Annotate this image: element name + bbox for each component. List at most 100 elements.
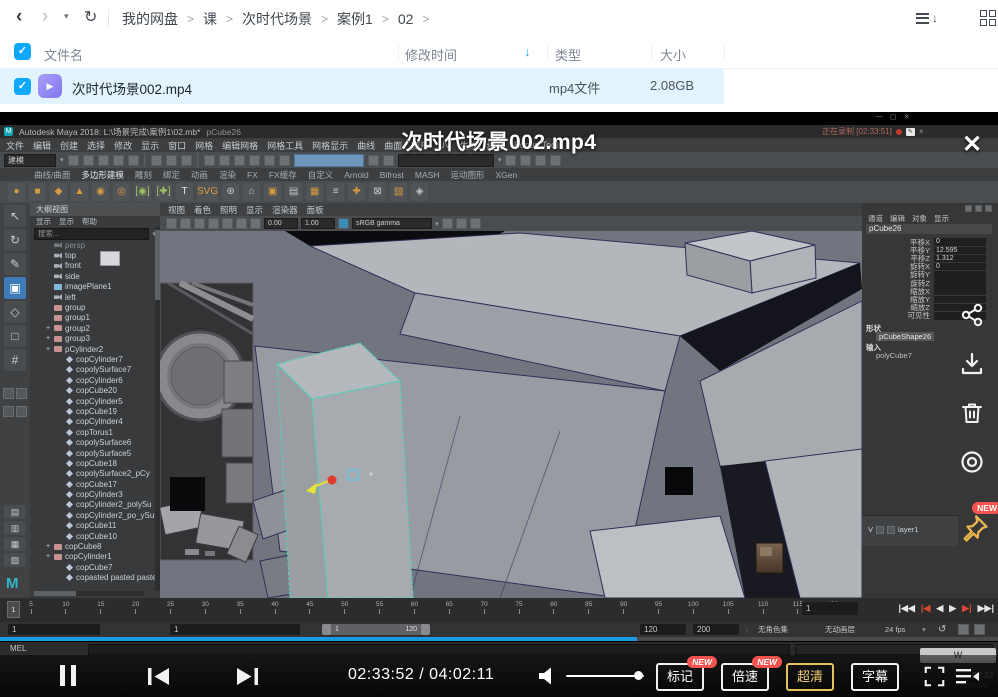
back-button[interactable]: ‹ xyxy=(16,6,22,28)
node-type-icon xyxy=(66,481,73,488)
outliner-menu-item: 显示 xyxy=(36,216,51,227)
forward-button[interactable]: › xyxy=(42,6,48,28)
next-button[interactable] xyxy=(236,668,258,685)
exposure-field: 0.00 xyxy=(264,218,298,229)
expand-icon: + xyxy=(44,335,52,342)
pin-button[interactable] xyxy=(960,514,990,549)
close-player-button[interactable]: ✕ xyxy=(962,130,982,159)
node-type-icon xyxy=(66,387,73,394)
column-size[interactable]: 大小 xyxy=(660,45,686,64)
mel-input-field xyxy=(88,644,790,655)
pushpin-icon xyxy=(960,514,990,544)
shelf-icon: ≡ xyxy=(327,183,344,201)
shelf-icon: ⊕ xyxy=(222,183,239,201)
pause-button[interactable] xyxy=(60,665,76,686)
file-name[interactable]: 次时代场景002.mp4 xyxy=(72,78,192,98)
sort-order-button[interactable]: ↓ xyxy=(916,10,938,26)
previous-button[interactable] xyxy=(148,668,170,685)
outliner-item: copCube17 xyxy=(30,479,160,489)
volume-slider[interactable] xyxy=(566,675,644,677)
history-dropdown-icon[interactable]: ▾ xyxy=(64,11,69,22)
player-option-button[interactable]: 字幕 xyxy=(851,663,899,691)
outliner-item-label: top xyxy=(65,251,76,260)
share-button[interactable] xyxy=(954,290,990,339)
display-layers-panel: V layer1 xyxy=(862,515,958,546)
outliner-item-label: copolySurface5 xyxy=(76,449,131,458)
current-frame-field: 1 xyxy=(802,602,858,615)
outliner-item-label: left xyxy=(65,293,76,302)
tool-icon: ▣ xyxy=(4,277,26,299)
outliner-item: copolySurface5 xyxy=(30,448,160,458)
record-button[interactable] xyxy=(954,437,990,486)
shelf-icon: ▣ xyxy=(264,183,281,201)
shelf-icon: ⌂ xyxy=(243,183,260,201)
current-frame-marker: 1 xyxy=(7,601,20,618)
new-badge: NEW xyxy=(752,656,782,668)
file-checkbox[interactable]: ✓ xyxy=(14,78,31,95)
node-type-icon xyxy=(54,544,62,550)
channelbox-menus: 通道编辑对象显示 xyxy=(868,213,949,224)
anim-end-field: 200 xyxy=(693,624,739,635)
player-option-button[interactable]: 倍速 NEW xyxy=(721,663,769,691)
fullscreen-button[interactable] xyxy=(924,666,945,687)
volume-icon[interactable] xyxy=(538,667,558,685)
breadcrumb-item[interactable]: 课 xyxy=(203,9,217,29)
file-size: 2.08GB xyxy=(650,78,694,93)
outliner-item-label: copCube17 xyxy=(76,480,117,489)
attribute-label: 可见性 xyxy=(862,310,934,321)
download-button[interactable] xyxy=(954,339,990,388)
outliner-item-label: copCube20 xyxy=(76,386,117,395)
breadcrumb-item[interactable]: 案例1 xyxy=(337,9,373,29)
frame-tick: 95 xyxy=(649,601,667,614)
file-row[interactable]: ✓ ▶ 次时代场景002.mp4 mp4文件 2.08GB xyxy=(0,68,724,104)
outliner-item: group xyxy=(30,302,160,312)
video-frame-maya-ui: M Autodesk Maya 2018: L:\场景完成\案例1\02.mb*… xyxy=(0,112,998,697)
column-filename[interactable]: 文件名 xyxy=(44,45,83,64)
player-option-button[interactable]: 超清 xyxy=(786,663,834,691)
frame-tick: 10 xyxy=(57,601,75,614)
outliner-item: copCube11 xyxy=(30,521,160,531)
playlist-button[interactable] xyxy=(956,667,980,686)
view-toggle-button[interactable] xyxy=(980,10,996,26)
tool-icon: # xyxy=(4,349,26,371)
node-type-icon xyxy=(66,418,73,425)
volume-knob[interactable] xyxy=(634,671,643,680)
channelbox-object-name: pCube26 xyxy=(866,224,992,234)
outliner-item-label: copCube10 xyxy=(76,532,117,541)
outliner-search-input: 搜索... xyxy=(34,228,149,240)
sort-direction-icon[interactable]: ↓ xyxy=(524,44,531,59)
breadcrumb-item[interactable]: 我的网盘 xyxy=(122,9,178,29)
outliner-item: copasted pasted pasted pCub xyxy=(30,573,160,583)
outliner-item-label: pCylinder2 xyxy=(65,345,103,354)
outliner-item: front xyxy=(30,261,160,271)
frame-tick: 75 xyxy=(510,601,528,614)
tool-icon: ✎ xyxy=(4,253,26,275)
player-option-button[interactable]: 标记 NEW xyxy=(656,663,704,691)
column-modified[interactable]: 修改时间 xyxy=(405,45,457,64)
video-player[interactable]: M Autodesk Maya 2018: L:\场景完成\案例1\02.mb*… xyxy=(0,112,998,697)
node-type-icon xyxy=(66,574,73,581)
range-handle-right xyxy=(421,624,430,635)
breadcrumb-item[interactable]: 次时代场景 xyxy=(242,9,312,29)
refresh-button[interactable]: ↻ xyxy=(84,7,97,27)
player-action-bar xyxy=(954,290,990,486)
attribute-value xyxy=(934,271,986,279)
select-all-checkbox[interactable]: ✓ xyxy=(14,43,31,60)
expand-icon: + xyxy=(44,346,52,353)
outliner-item-label: copCylinder6 xyxy=(76,376,123,385)
viewport-menu-item: 视图 xyxy=(168,204,185,216)
divider xyxy=(651,43,652,61)
shelf-icon: ✚ xyxy=(348,183,365,201)
playback-button: ▶| xyxy=(962,603,971,614)
node-type-icon xyxy=(54,253,62,259)
outliner-item: copCylinder5 xyxy=(30,396,160,406)
record-circle-icon xyxy=(959,449,985,475)
column-type[interactable]: 类型 xyxy=(555,45,581,64)
seek-bar[interactable] xyxy=(0,637,998,641)
video-file-icon: ▶ xyxy=(38,74,62,98)
range-bar: 1 120 xyxy=(322,624,430,635)
delete-button[interactable] xyxy=(954,388,990,437)
share-icon xyxy=(959,302,985,328)
breadcrumb-item[interactable]: 02 xyxy=(398,11,414,27)
browser-topbar: ‹ › ▾ ↻ 我的网盘 > 课 > 次时代场景 > 案例1 > 02 > ↓ xyxy=(0,0,998,35)
